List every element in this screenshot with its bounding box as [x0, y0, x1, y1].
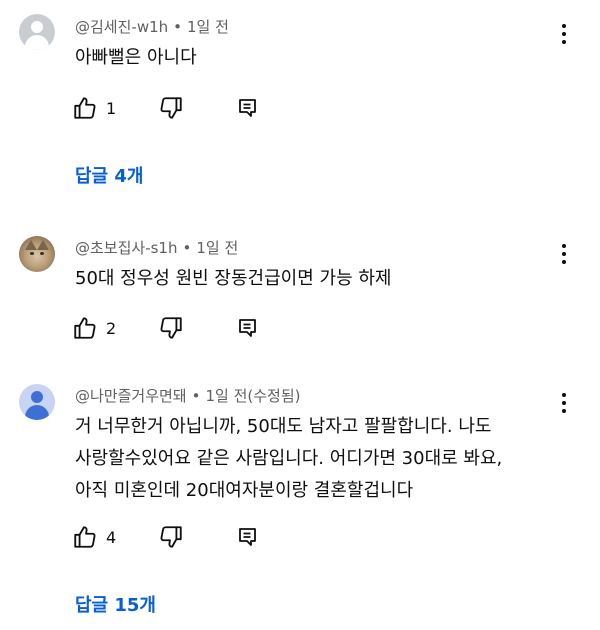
- author-name[interactable]: @나만즐거우면돼: [75, 387, 187, 405]
- reply-button[interactable]: [236, 95, 260, 121]
- thumb-down-icon: [160, 97, 182, 119]
- comment-line: 아직 미혼인데 20대여자분이랑 결혼할겁니다: [75, 480, 414, 501]
- comment-meta: @나만즐거우면돼 • 1일 전(수정됨): [75, 387, 301, 405]
- comment-line: 거 너무한거 아닙니까, 50대도 남자고 팔팔합니다. 나도: [75, 416, 492, 437]
- like-button[interactable]: 2: [72, 315, 116, 341]
- like-count: 4: [106, 527, 117, 547]
- like-count: 1: [106, 98, 117, 118]
- thumb-up-icon: [74, 317, 96, 339]
- view-replies-button[interactable]: 답글 15개: [75, 591, 156, 617]
- thumb-up-icon: [74, 526, 96, 548]
- comment-meta: @김세진-w1h • 1일 전: [75, 18, 229, 36]
- comment-text: 50대 정우성 원빈 장동건급이면 가능 하제: [75, 263, 565, 295]
- comment-time: 1일 전: [196, 239, 239, 257]
- comment-text: 거 너무한거 아닙니까, 50대도 남자고 팔팔합니다. 나도 사랑할수있어요 …: [75, 411, 565, 507]
- like-button[interactable]: 4: [72, 524, 116, 550]
- avatar[interactable]: [19, 236, 55, 272]
- thumb-up-icon: [74, 97, 96, 119]
- comment-line: 아빠뻘은 아니다: [75, 47, 197, 68]
- comment-meta: @초보집사-s1h • 1일 전: [75, 239, 239, 257]
- view-replies-button[interactable]: 답글 4개: [75, 162, 143, 188]
- avatar[interactable]: [19, 384, 55, 420]
- edited-label: (수정됨): [247, 387, 301, 405]
- reply-comment-icon: [239, 99, 256, 117]
- reply-button[interactable]: [236, 524, 260, 550]
- comment-line: 50대 정우성 원빈 장동건급이면 가능 하제: [75, 268, 392, 289]
- thumb-down-icon: [160, 526, 182, 548]
- reply-button[interactable]: [236, 315, 260, 341]
- reply-comment-icon: [239, 528, 256, 546]
- dislike-button[interactable]: [158, 524, 184, 550]
- like-count: 2: [106, 318, 117, 338]
- comment-text: 아빠뻘은 아니다: [75, 42, 565, 74]
- author-name[interactable]: @김세진-w1h: [75, 18, 168, 36]
- reply-comment-icon: [239, 319, 256, 337]
- dislike-button[interactable]: [158, 315, 184, 341]
- avatar[interactable]: [19, 14, 55, 50]
- thumb-down-icon: [160, 317, 182, 339]
- author-name[interactable]: @초보집사-s1h: [75, 239, 177, 257]
- comment-time: 1일 전: [187, 18, 229, 36]
- dislike-button[interactable]: [158, 95, 184, 121]
- comment-time: 1일 전: [205, 387, 248, 405]
- comment-line: 사랑할수있어요 같은 사람입니다. 어디가면 30대로 봐요,: [75, 448, 503, 469]
- like-button[interactable]: 1: [72, 95, 116, 121]
